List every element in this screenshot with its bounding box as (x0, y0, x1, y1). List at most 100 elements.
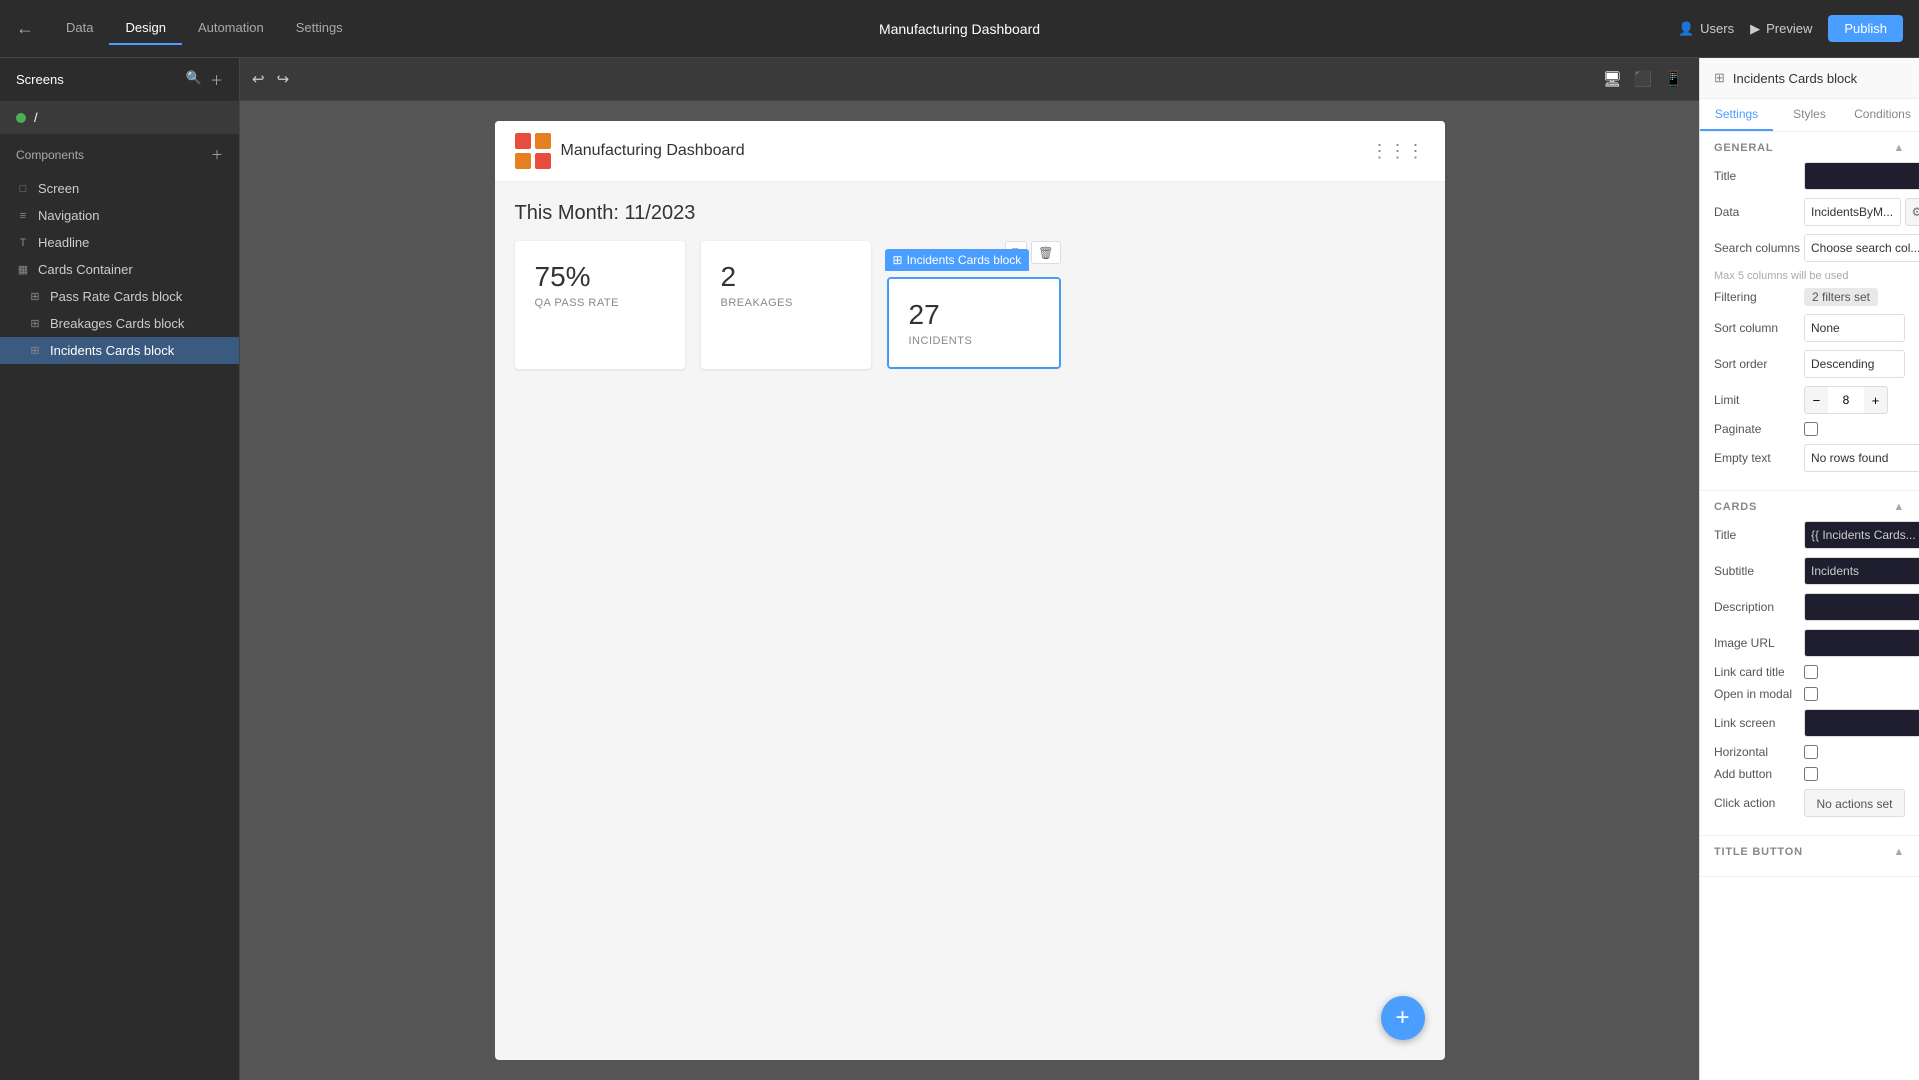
screen-item-root[interactable]: / (0, 102, 239, 133)
incidents-card-selected[interactable]: 27 INCIDENTS (887, 277, 1061, 369)
open-in-modal-checkbox[interactable] (1804, 687, 1818, 701)
field-click-action: Click action No actions set (1714, 789, 1905, 817)
sidebar-item-headline[interactable]: T Headline (0, 229, 239, 256)
field-sort-order: Sort order Descending (1714, 350, 1905, 378)
users-icon: 👤 (1678, 21, 1694, 37)
screen-frame: Manufacturing Dashboard ⋮⋮⋮ This Month: … (495, 121, 1445, 1060)
add-screen-icon[interactable]: ＋ (210, 70, 223, 89)
users-button[interactable]: 👤 Users (1678, 21, 1734, 37)
undo-button[interactable]: ↩ (252, 70, 265, 88)
search-columns-select[interactable]: Choose search col... (1804, 234, 1919, 262)
image-url-label: Image URL (1714, 636, 1804, 650)
limit-label: Limit (1714, 393, 1804, 407)
add-button-checkbox[interactable] (1804, 767, 1818, 781)
tablet-view-button[interactable]: ⬛ (1630, 66, 1657, 92)
tab-data[interactable]: Data (50, 12, 109, 45)
mobile-view-button[interactable]: 📱 (1660, 66, 1687, 92)
sidebar-item-cards-container[interactable]: ▦ Cards Container (0, 256, 239, 283)
dots-menu-icon[interactable]: ⋮⋮⋮ (1371, 141, 1425, 162)
image-url-input[interactable] (1804, 629, 1919, 657)
redo-button[interactable]: ↪ (277, 70, 290, 88)
field-cards-title: Title ⚡ (1714, 521, 1905, 549)
preview-button[interactable]: ▶ Preview (1750, 21, 1812, 37)
breakages-label: BREAKAGES (721, 297, 851, 309)
tab-settings[interactable]: Settings (1700, 99, 1773, 131)
fab-button[interactable]: + (1381, 996, 1425, 1040)
right-actions: 👤 Users ▶ Preview Publish (1678, 15, 1903, 42)
add-component-icon[interactable]: ＋ (211, 146, 223, 163)
general-section-label: GENERAL ▲ (1714, 142, 1905, 154)
general-collapse-icon[interactable]: ▲ (1893, 142, 1905, 154)
panel-icon: ⊞ (1714, 70, 1725, 86)
link-screen-input[interactable] (1804, 709, 1919, 737)
right-panel: ⊞ Incidents Cards block Settings Styles … (1699, 58, 1919, 1080)
screen-body: This Month: 11/2023 75% QA PASS RATE 2 B… (495, 182, 1445, 389)
limit-increment-btn[interactable]: + (1864, 386, 1888, 414)
cards-collapse-icon[interactable]: ▲ (1893, 501, 1905, 513)
pass-rate-icon: ⊞ (28, 290, 42, 304)
incidents-card-container: ⧉ 🗑 ⊞ Incidents Cards block 27 INCIDEN (887, 277, 1061, 369)
delete-card-button[interactable]: 🗑 (1031, 241, 1060, 264)
tab-automation[interactable]: Automation (182, 12, 280, 45)
paginate-checkbox[interactable] (1804, 422, 1818, 436)
search-icon[interactable]: 🔍 (186, 70, 202, 89)
description-input[interactable] (1804, 593, 1919, 621)
sidebar-item-pass-rate[interactable]: ⊞ Pass Rate Cards block (0, 283, 239, 310)
field-image-url: Image URL ⚡ (1714, 629, 1905, 657)
empty-text-label: Empty text (1714, 451, 1804, 465)
desktop-view-button[interactable]: 🖥 (1599, 66, 1626, 92)
link-card-title-label: Link card title (1714, 665, 1804, 679)
title-button-section: TITLE BUTTON ▲ (1700, 836, 1919, 877)
tab-styles[interactable]: Styles (1773, 99, 1846, 131)
sidebar-item-incidents[interactable]: ⊞ Incidents Cards block (0, 337, 239, 364)
open-in-modal-label: Open in modal (1714, 687, 1804, 701)
pass-rate-card[interactable]: 75% QA PASS RATE (515, 241, 685, 369)
sort-column-select[interactable]: None (1804, 314, 1905, 342)
click-action-button[interactable]: No actions set (1804, 789, 1905, 817)
filters-tag[interactable]: 2 filters set (1804, 288, 1878, 306)
title-button-collapse-icon[interactable]: ▲ (1893, 846, 1905, 858)
data-label: Data (1714, 205, 1804, 219)
subtitle-input-group: ⚡ (1804, 557, 1919, 585)
data-select[interactable]: IncidentsByM... (1804, 198, 1901, 226)
cards-title-label: Title (1714, 528, 1804, 542)
limit-input[interactable] (1828, 386, 1864, 414)
max-note: Max 5 columns will be used (1714, 270, 1905, 282)
view-buttons: 🖥 ⬛ 📱 (1599, 66, 1687, 92)
link-card-title-checkbox[interactable] (1804, 665, 1818, 679)
horizontal-label: Horizontal (1714, 745, 1804, 759)
tab-design[interactable]: Design (109, 12, 181, 45)
data-input-group: IncidentsByM... ⚙ (1804, 198, 1919, 226)
cards-title-input[interactable] (1804, 521, 1919, 549)
components-label: Components (16, 148, 84, 162)
publish-button[interactable]: Publish (1828, 15, 1903, 42)
tab-conditions[interactable]: Conditions (1846, 99, 1919, 131)
panel-title: Incidents Cards block (1733, 71, 1857, 86)
title-label: Title (1714, 169, 1804, 183)
canvas-content: Manufacturing Dashboard ⋮⋮⋮ This Month: … (240, 101, 1699, 1080)
sidebar-item-breakages[interactable]: ⊞ Breakages Cards block (0, 310, 239, 337)
tab-settings[interactable]: Settings (280, 12, 359, 45)
month-title: This Month: 11/2023 (515, 202, 1425, 225)
horizontal-checkbox[interactable] (1804, 745, 1818, 759)
field-data: Data IncidentsByM... ⚙ (1714, 198, 1905, 226)
headline-icon: T (16, 236, 30, 250)
title-input[interactable] (1804, 162, 1919, 190)
breakages-card[interactable]: 2 BREAKAGES (701, 241, 871, 369)
data-gear-btn[interactable]: ⚙ (1905, 198, 1919, 226)
incidents-card-inner: 27 INCIDENTS (889, 279, 1059, 367)
search-columns-input-group: Choose search col... (1804, 234, 1919, 262)
back-button[interactable]: ← (16, 18, 34, 39)
sidebar-item-navigation[interactable]: ≡ Navigation (0, 202, 239, 229)
empty-text-input[interactable] (1804, 444, 1919, 472)
incidents-card-badge: ⊞ Incidents Cards block (885, 249, 1030, 271)
sidebar-item-screen[interactable]: □ Screen (0, 175, 239, 202)
main-layout: Screens 🔍 ＋ / Components ＋ □ Screen ≡ Na… (0, 58, 1919, 1080)
limit-decrement-btn[interactable]: − (1804, 386, 1828, 414)
breakages-value: 2 (721, 261, 851, 293)
sort-order-select[interactable]: Descending (1804, 350, 1905, 378)
cards-row: 75% QA PASS RATE 2 BREAKAGES ⧉ 🗑 (515, 241, 1425, 369)
canvas-area: ↩ ↪ 🖥 ⬛ 📱 (240, 58, 1699, 1080)
subtitle-input[interactable] (1804, 557, 1919, 585)
empty-text-input-group: ⚡ (1804, 444, 1919, 472)
